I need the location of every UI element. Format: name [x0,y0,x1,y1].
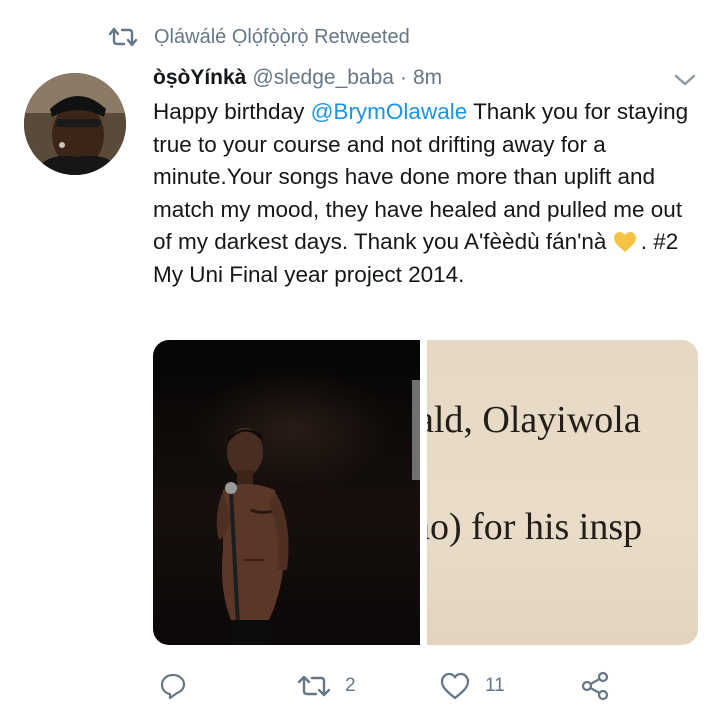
media-grid: ald, Olayiwola no) for his insp [153,340,698,645]
scanned-text-line: no) for his insp [427,506,643,548]
mention-link[interactable]: @BrymOlawale [311,99,468,124]
retweet-banner-text[interactable]: Ọláwálé Ọlọ́fọ̀ọ̀rọ̀ Retweeted [154,26,410,49]
tweet-header: òṣòYínkà @sledge_baba · 8m [153,62,442,94]
timestamp[interactable]: 8m [413,66,442,90]
retweet-banner: Ọláwálé Ọlọ́fọ̀ọ̀rọ̀ Retweeted [108,24,410,50]
tweet-text-part1: Happy birthday [153,99,311,124]
yellow-heart-icon [613,232,636,253]
tweet-text: Happy birthday @BrymOlawale Thank you fo… [153,96,701,292]
display-name[interactable]: òṣòYínkà [153,66,246,90]
like-count: 11 [485,675,505,696]
media-photo-left[interactable] [153,340,420,645]
retweet-count: 2 [345,675,356,696]
chevron-down-icon[interactable] [672,70,698,90]
separator-dot: · [399,66,407,89]
share-icon [581,671,609,701]
reply-button[interactable] [159,666,187,706]
retweet-icon [297,675,331,697]
scanned-text-line: ald, Olayiwola [427,399,641,441]
like-icon [440,672,470,700]
retweet-icon [108,27,138,47]
reply-icon [160,673,186,700]
action-bar: 2 11 [153,666,693,706]
share-button[interactable] [579,666,611,706]
avatar-image [24,73,126,175]
performer-on-stage-photo [216,428,289,645]
handle[interactable]: @sledge_baba [252,66,394,90]
retweet-button[interactable]: 2 [297,666,356,706]
like-button[interactable]: 11 [439,666,505,706]
avatar[interactable] [24,73,126,175]
media-photo-right[interactable]: ald, Olayiwola no) for his insp [427,340,698,645]
